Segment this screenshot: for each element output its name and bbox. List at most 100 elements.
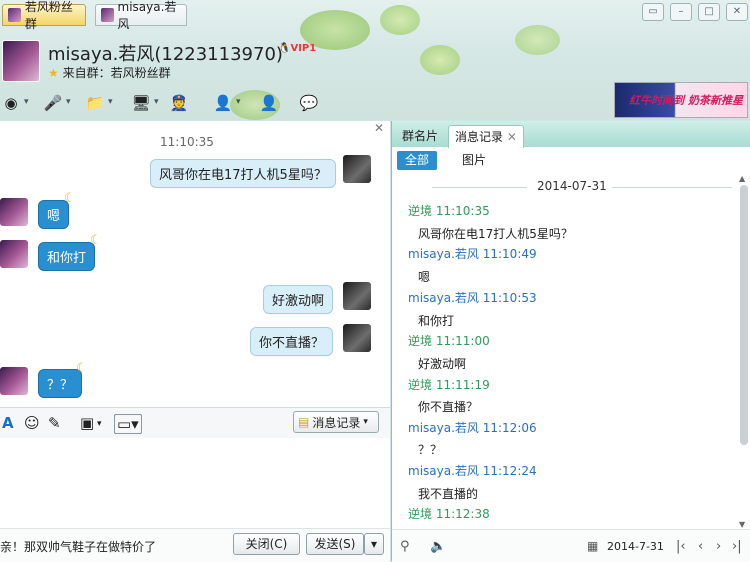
image-icon[interactable]: ▣ [80,414,94,432]
speaker-icon[interactable]: 🔈 [430,539,446,554]
add-friend-icon[interactable]: 👤 [258,92,280,114]
calendar-icon[interactable]: ▦ [587,539,598,553]
history-entry-header: misaya.若风 11:12:24 [408,464,537,478]
close-window-icon[interactable]: ✕ [726,3,748,21]
ad-text: 红牛时间到 奶茶新推星 [629,94,743,107]
history-entry-header: misaya.若风 11:10:53 [408,291,537,305]
chevron-down-icon[interactable]: ▾ [108,97,113,107]
scroll-up-icon[interactable]: ▲ [739,174,745,183]
chevron-down-icon[interactable]: ▾ [154,97,159,107]
history-label: 消息记录 [312,415,361,430]
send-options-chevron-icon[interactable]: ▾ [364,533,384,555]
chevron-down-icon[interactable]: ▾ [66,97,71,107]
minimize-icon[interactable]: – [670,3,692,21]
leaf-decoration [515,25,560,55]
file-transfer-icon[interactable]: 📁 [84,92,106,114]
contact-source: ★ 来自群：若风粉丝群 [48,64,171,81]
history-entry-text: 好激动啊 [418,357,467,371]
close-icon[interactable]: ✕ [374,121,384,135]
divider [432,187,527,188]
moon-icon: ☾ [64,191,76,206]
remove-friend-icon[interactable]: 👤 [212,92,234,114]
font-icon[interactable]: A [2,414,14,432]
message-bubble: 风哥你在电17打人机5星吗？ [150,159,336,188]
history-entry-text: ？？ [418,443,443,457]
leaf-decoration [420,45,460,75]
history-entry-text: 你不直播？ [418,400,479,414]
date-separator: 2014-07-31 [392,179,737,195]
history-panel: 群名片 消息记录 ✕ 全部 图片 2014-07-31 逆境 11:10:35 … [391,121,750,562]
filter-images[interactable]: 图片 [462,151,486,170]
contact-avatar[interactable] [2,40,40,82]
tab-group-chat[interactable]: 若风粉丝群 [2,0,86,31]
next-page-icon[interactable]: › [716,539,721,554]
scroll-down-icon[interactable]: ▼ [739,520,745,529]
history-entry-text: 风哥你在电17打人机5星吗？ [418,227,573,241]
history-icon: ▤ [298,415,310,429]
chat-area[interactable]: 11:10:35 ✕ 风哥你在电17打人机5星吗？ 嗯 ☾ 和你打 ☾ 好激动啊… [0,121,390,407]
message-bubble: 和你打 [38,242,96,271]
search-icon[interactable]: ⚲ [400,539,410,554]
user-avatar-icon [101,8,114,22]
note-icon[interactable]: ✎ [48,414,61,432]
history-date[interactable]: 2014-7-31 [607,540,664,553]
send-button[interactable]: 发送(S) [306,533,364,555]
source-label: 来自群：若风粉丝群 [62,66,171,80]
moon-icon: ☾ [90,233,102,248]
chevron-down-icon[interactable]: ▾ [236,97,241,107]
contact-name[interactable]: misaya.若风(1223113970) [48,40,283,66]
close-icon[interactable]: ✕ [507,130,517,144]
history-entry-header: 逆境 11:12:38 [408,507,490,521]
message-bubble: 你不直播？ [250,327,334,356]
history-footer: ⚲ 🔈 ▦ 2014-7-31 |‹ ‹ › ›| [392,529,750,562]
chat-header: 若风粉丝群 misaya.若风 ▭ – □ ✕ misaya.若风(122311… [0,0,750,120]
filter-all[interactable]: 全部 [397,151,437,170]
vip-badge[interactable]: 🐧VIP1 [278,43,316,54]
emoji-icon[interactable]: ☺ [24,414,40,432]
skin-icon[interactable]: ▭ [642,3,664,21]
voice-call-icon[interactable]: 🎤 [42,92,64,114]
chevron-down-icon[interactable]: ▾ [24,97,29,107]
chat-timestamp: 11:10:35 [160,135,214,149]
video-call-icon[interactable]: ◉ [0,92,22,114]
history-entry-text: 和你打 [418,314,455,328]
vip-label: VIP1 [290,43,317,54]
bottom-bar: 亲！那双帅气鞋子在做特价了 关闭(C) 发送(S) ▾ [0,528,390,562]
history-entry-text: 我不直播的 [418,487,479,501]
screenshot-icon[interactable]: ▭▾ [114,414,142,434]
tab-message-history[interactable]: 消息记录 ✕ [448,125,524,148]
avatar[interactable] [0,240,28,268]
message-input[interactable] [0,438,390,528]
maximize-icon[interactable]: □ [698,3,720,21]
tab-bar: 若风粉丝群 misaya.若风 ▭ – □ ✕ [0,0,750,31]
message-icon[interactable]: 💬 [298,92,320,114]
format-toolbar: A ☺ ✎ ▣ ▾ ▭▾ ▤ 消息记录 ▾ [0,407,390,438]
ad-banner[interactable]: 红牛时间到 奶茶新推星 [614,82,748,118]
moon-icon: ☾ [76,361,88,376]
star-icon: ★ [48,66,59,80]
avatar[interactable] [343,324,371,352]
avatar[interactable] [343,155,371,183]
history-filter: 全部 图片 [392,148,750,172]
promo-marquee[interactable]: 亲！那双帅气鞋子在做特价了 [0,538,156,555]
last-page-icon[interactable]: ›| [732,539,742,554]
tab-label: 消息记录 [455,130,504,144]
avatar[interactable] [0,198,28,226]
tab-private-chat[interactable]: misaya.若风 [95,0,187,31]
security-icon[interactable]: 👮 [168,92,190,114]
avatar[interactable] [0,367,28,395]
history-button[interactable]: ▤ 消息记录 ▾ [293,411,379,433]
avatar[interactable] [343,282,371,310]
first-page-icon[interactable]: |‹ [676,539,686,554]
history-entry-header: misaya.若风 11:12:06 [408,421,537,435]
remote-desktop-icon[interactable]: 🖥 [130,92,152,114]
history-entry-header: 逆境 11:11:19 [408,378,490,392]
tab-group-card[interactable]: 群名片 [396,125,444,147]
date-label: 2014-07-31 [537,179,607,193]
chevron-down-icon[interactable]: ▾ [97,419,102,429]
scroll-thumb[interactable] [740,185,748,445]
prev-page-icon[interactable]: ‹ [698,539,703,554]
close-button[interactable]: 关闭(C) [233,533,300,555]
history-entry-text: 嗯 [418,270,431,284]
tab-label: 若风粉丝群 [24,0,73,31]
